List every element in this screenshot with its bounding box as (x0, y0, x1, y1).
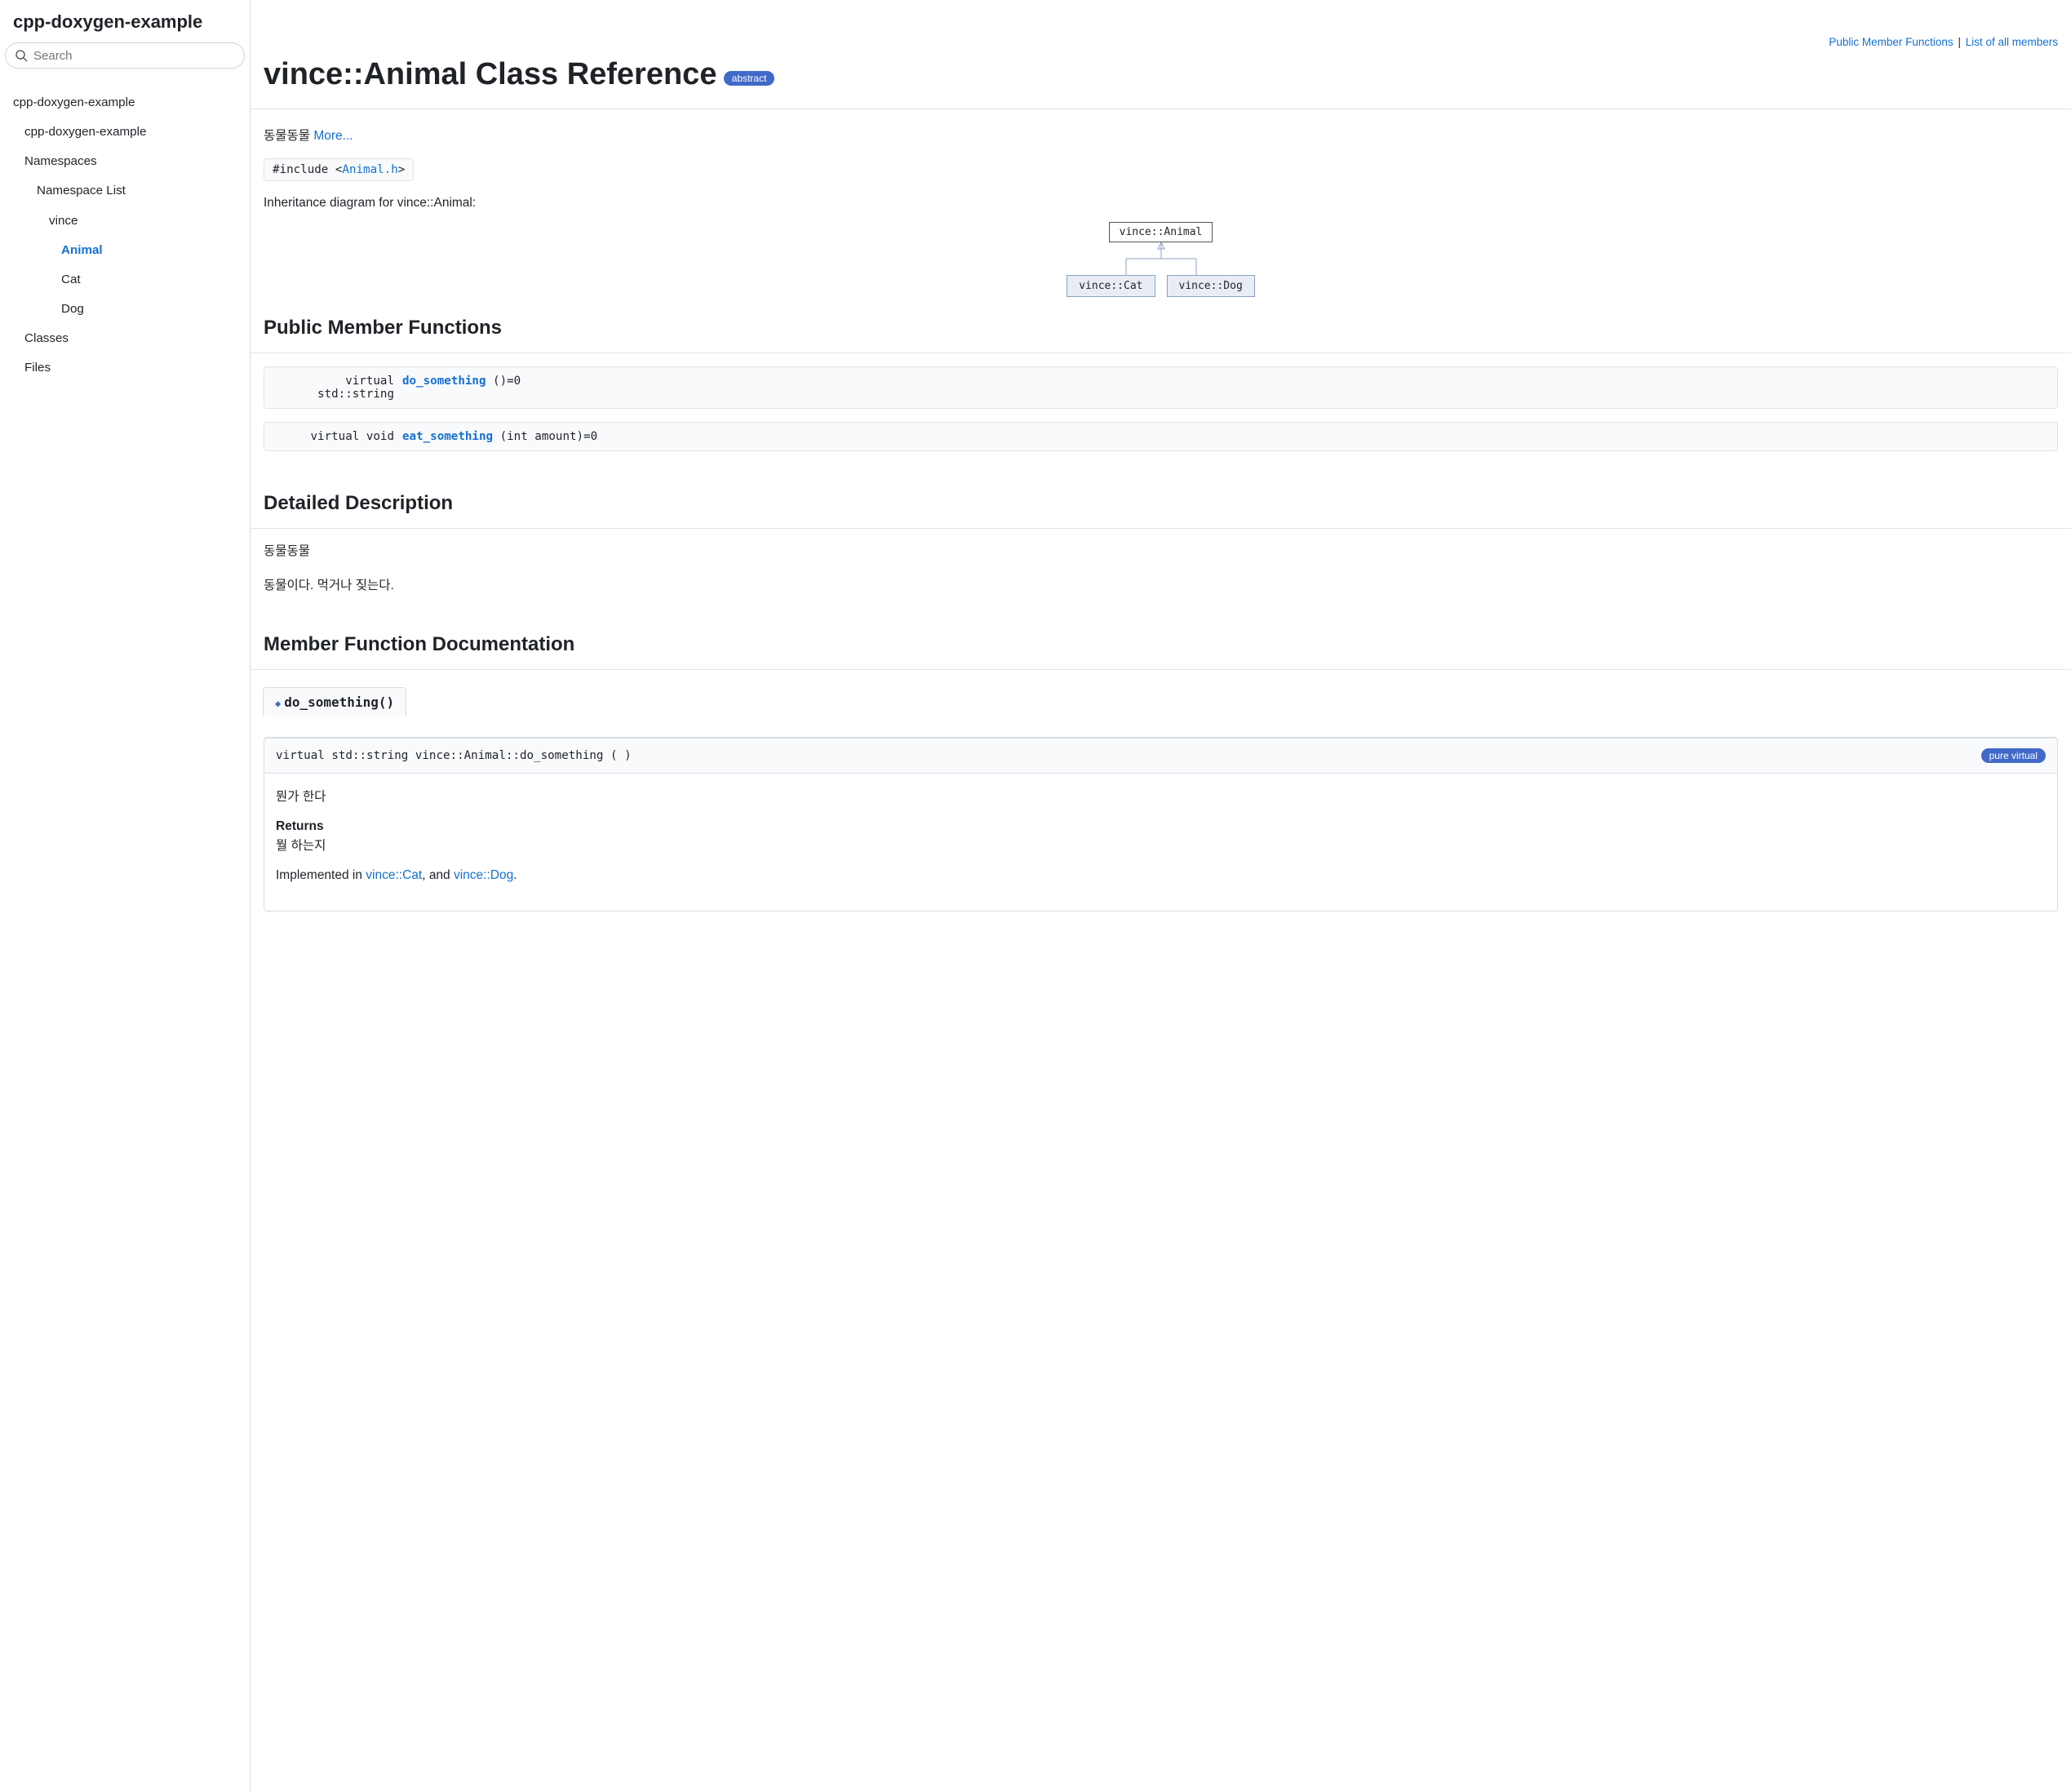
separator: | (1956, 36, 1965, 48)
inheritance-diagram: vince::Animal vince::Cat vince::Dog (264, 222, 2058, 297)
nav-item[interactable]: cpp-doxygen-example (0, 118, 250, 147)
nav-item-animal[interactable]: Animal (0, 236, 250, 265)
inh-child-dog[interactable]: vince::Dog (1167, 275, 1255, 297)
link-public-members[interactable]: Public Member Functions (1829, 36, 1953, 48)
returns-block: Returns 뭘 하는지 (276, 819, 2046, 854)
inh-connector (1096, 242, 1226, 275)
impl-link-dog[interactable]: vince::Dog (454, 868, 513, 882)
function-tab: ◆do_something() (263, 687, 406, 716)
impl-link-cat[interactable]: vince::Cat (366, 868, 422, 882)
nav-item[interactable]: Classes (0, 324, 250, 353)
section-member-function-doc: Member Function Documentation (264, 633, 2058, 656)
inh-child-cat[interactable]: vince::Cat (1067, 275, 1155, 297)
nav-item[interactable]: Cat (0, 265, 250, 295)
section-public-member-functions: Public Member Functions (264, 317, 2058, 339)
main-content: Public Member Functions | List of all me… (251, 0, 2071, 1792)
function-desc: 뭔가 한다 (276, 787, 2046, 805)
page-title: vince::Animal Class Reference (264, 57, 716, 91)
site-title: cpp-doxygen-example (0, 8, 250, 42)
more-link[interactable]: More... (313, 129, 353, 143)
abstract-badge: abstract (724, 71, 775, 86)
detail-text: 동물이다. 먹거나 짖는다. (264, 576, 2058, 596)
top-links: Public Member Functions | List of all me… (251, 0, 2071, 48)
search-input[interactable] (5, 42, 245, 69)
nav-item[interactable]: Namespace List (0, 176, 250, 206)
nav-tree: cpp-doxygen-example cpp-doxygen-example … (0, 83, 250, 383)
include-file-link[interactable]: Animal.h (342, 163, 397, 176)
divider (251, 669, 2071, 670)
include-directive: #include <Animal.h> (264, 158, 414, 181)
function-card: virtual std::string vince::Animal::do_so… (264, 737, 2058, 912)
link-all-members[interactable]: List of all members (1966, 36, 2058, 48)
implemented-in: Implemented in vince::Cat, and vince::Do… (276, 868, 2046, 883)
member-return-type: virtual void (274, 430, 402, 443)
member-return-type: virtual std::string (274, 375, 402, 401)
inheritance-caption: Inheritance diagram for vince::Animal: (264, 196, 2058, 211)
nav-item[interactable]: cpp-doxygen-example (0, 88, 250, 118)
brief-description: 동물동물 More... (264, 126, 2058, 144)
member-row: virtual std::string do_something ()=0 (264, 366, 2058, 409)
member-link-eat-something[interactable]: eat_something (402, 430, 493, 443)
inh-parent-box[interactable]: vince::Animal (1109, 222, 1213, 242)
nav-item[interactable]: vince (0, 206, 250, 236)
nav-item[interactable]: Files (0, 353, 250, 383)
member-row: virtual void eat_something (int amount)=… (264, 422, 2058, 451)
sidebar: cpp-doxygen-example cpp-doxygen-example … (0, 0, 251, 1792)
nav-item[interactable]: Dog (0, 295, 250, 324)
function-signature: virtual std::string vince::Animal::do_so… (264, 738, 2057, 774)
detail-text: 동물동물 (264, 542, 2058, 561)
pure-virtual-badge: pure virtual (1981, 748, 2046, 763)
member-link-do-something[interactable]: do_something (402, 375, 486, 388)
diamond-icon: ◆ (275, 698, 281, 709)
section-detailed-description: Detailed Description (264, 492, 2058, 515)
nav-item[interactable]: Namespaces (0, 147, 250, 176)
